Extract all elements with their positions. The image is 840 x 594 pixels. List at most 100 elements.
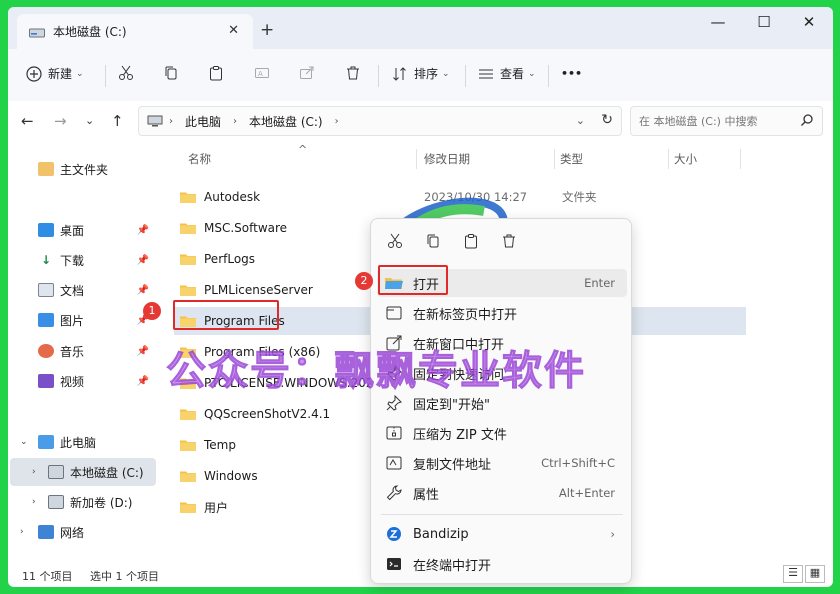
- forward-arrow-icon[interactable]: →: [54, 112, 67, 130]
- file-type: 文件夹: [562, 190, 597, 204]
- search-input[interactable]: 在 本地磁盘 (C:) 中搜索: [630, 106, 823, 136]
- sidebar-item-pictures[interactable]: 图片 📌: [38, 306, 153, 334]
- recent-chevron-icon[interactable]: ⌄: [85, 114, 94, 127]
- address-history-chevron-icon[interactable]: ⌄: [576, 114, 585, 127]
- sidebar-item-label: 音乐: [60, 344, 85, 359]
- pin-icon: 📌: [136, 284, 149, 296]
- sort-label: 排序: [414, 67, 439, 81]
- step-badge-2: 2: [355, 272, 373, 290]
- column-divider[interactable]: [416, 149, 417, 169]
- more-button[interactable]: •••: [561, 67, 582, 80]
- pin-icon: 📌: [136, 254, 149, 266]
- watermark-text: 公众号：飘飘专业软件: [166, 348, 586, 395]
- close-window-button[interactable]: ✕: [787, 13, 831, 31]
- column-divider[interactable]: [668, 149, 669, 169]
- view-label: 查看: [500, 67, 525, 81]
- rename-button[interactable]: A: [254, 65, 270, 81]
- cut-button[interactable]: [118, 65, 134, 81]
- menu-item-bandizip[interactable]: Bandizip ›: [377, 520, 627, 548]
- new-tab-button[interactable]: +: [260, 20, 274, 40]
- up-arrow-icon[interactable]: ↑: [111, 112, 124, 130]
- menu-item-label: Bandizip: [413, 526, 469, 542]
- maximize-button[interactable]: ☐: [742, 13, 786, 31]
- copy-icon[interactable]: [423, 231, 443, 251]
- sidebar-item-network[interactable]: › 网络: [20, 518, 155, 546]
- sidebar-item-new-volume-d[interactable]: › 新加卷 (D:): [10, 488, 156, 516]
- breadcrumb-this-pc[interactable]: 此电脑: [185, 113, 221, 130]
- breadcrumb-separator: ›: [169, 115, 173, 127]
- menu-item-label: 在终端中打开: [413, 558, 492, 574]
- item-count: 11 个项目: [22, 570, 73, 583]
- column-header-name[interactable]: 名称: [188, 151, 211, 167]
- menu-item-open-new-tab[interactable]: 在新标签页中打开: [377, 299, 627, 327]
- clipboard-icon: [210, 66, 222, 81]
- video-icon: [38, 374, 54, 388]
- cut-icon[interactable]: [385, 231, 405, 251]
- column-header-modified[interactable]: 修改日期: [424, 151, 470, 167]
- back-arrow-icon[interactable]: ←: [21, 112, 34, 130]
- column-header-size[interactable]: 大小: [674, 151, 697, 167]
- file-name: PLMLicenseServer: [204, 283, 313, 297]
- copy-button[interactable]: [163, 65, 179, 81]
- expand-chevron-icon[interactable]: ›: [32, 467, 36, 477]
- delete-button[interactable]: [345, 65, 361, 81]
- drive-icon: [48, 465, 64, 479]
- sidebar-item-downloads[interactable]: ↓ 下载 📌: [38, 246, 153, 274]
- menu-item-open-terminal[interactable]: 在终端中打开: [377, 550, 627, 578]
- expand-chevron-icon[interactable]: ⌄: [20, 437, 28, 447]
- paste-icon[interactable]: [461, 231, 481, 251]
- details-view-icon[interactable]: ☰: [783, 565, 803, 583]
- minimize-button[interactable]: —: [696, 13, 740, 31]
- new-button-label: 新建: [48, 67, 73, 81]
- view-button[interactable]: 查看 ⌄: [478, 65, 536, 82]
- new-button[interactable]: 新建 ⌄: [26, 65, 84, 82]
- expand-chevron-icon[interactable]: ›: [32, 497, 36, 507]
- column-divider[interactable]: [554, 149, 555, 169]
- menu-item-properties[interactable]: 属性 Alt+Enter: [377, 479, 627, 507]
- column-divider[interactable]: [740, 149, 741, 169]
- tiles-view-icon[interactable]: ▦: [805, 565, 825, 583]
- sidebar-item-label: 新加卷 (D:): [70, 495, 133, 510]
- expand-chevron-icon[interactable]: ›: [20, 527, 24, 537]
- plus-circle-icon: [26, 65, 42, 82]
- breadcrumb-separator: ›: [334, 115, 339, 127]
- sidebar-item-home[interactable]: 主文件夹: [38, 155, 153, 183]
- sort-icon: [393, 66, 406, 81]
- address-bar[interactable]: › 此电脑 › 本地磁盘 (C:) › ⌄ ↻: [138, 106, 622, 136]
- sidebar-item-label: 文档: [60, 283, 85, 298]
- sidebar-item-desktop[interactable]: 桌面 📌: [38, 216, 153, 244]
- pin-icon: 📌: [136, 375, 149, 387]
- chevron-down-icon: ⌄: [442, 68, 450, 79]
- share-button[interactable]: [299, 65, 315, 81]
- zip-icon: [385, 424, 403, 442]
- menu-item-compress-zip[interactable]: 压缩为 ZIP 文件: [377, 419, 627, 447]
- sidebar-item-local-disk-c[interactable]: › 本地磁盘 (C:): [10, 458, 156, 486]
- document-icon: [38, 283, 54, 297]
- sidebar-item-label: 此电脑: [60, 435, 97, 450]
- menu-item-copy-path[interactable]: 复制文件地址 Ctrl+Shift+C: [377, 449, 627, 477]
- step-badge-1: 1: [143, 302, 161, 320]
- address-row: ← → ⌄ ↑ › 此电脑 › 本地磁盘 (C:) › ⌄ ↻ 在 本地磁盘 (…: [8, 102, 833, 140]
- tab-local-disk-c[interactable]: 本地磁盘 (C:) ✕: [17, 14, 253, 49]
- column-header-type[interactable]: 类型: [560, 151, 583, 167]
- close-tab-icon[interactable]: ✕: [228, 23, 239, 38]
- sort-ascending-icon: ^: [298, 143, 308, 156]
- computer-icon: [147, 115, 163, 127]
- copy-icon: [165, 66, 177, 80]
- refresh-icon[interactable]: ↻: [601, 112, 613, 128]
- new-tab-icon: [385, 304, 403, 322]
- sidebar-item-music[interactable]: 音乐 📌: [38, 337, 153, 365]
- folder-icon: [180, 471, 196, 482]
- trash-icon[interactable]: [499, 231, 519, 251]
- folder-icon: [180, 440, 196, 451]
- paste-button[interactable]: [208, 65, 224, 81]
- sidebar-item-documents[interactable]: 文档 📌: [38, 276, 153, 304]
- home-icon: [38, 162, 54, 176]
- desktop-icon: [38, 223, 54, 237]
- breadcrumb-local-disk[interactable]: 本地磁盘 (C:): [249, 113, 323, 130]
- submenu-chevron-icon: ›: [610, 527, 615, 541]
- sidebar-item-videos[interactable]: 视频 📌: [38, 367, 153, 395]
- sidebar-item-this-pc[interactable]: ⌄ 此电脑: [20, 428, 155, 456]
- menu-item-shortcut: Alt+Enter: [558, 486, 615, 500]
- sort-button[interactable]: 排序 ⌄: [392, 65, 450, 82]
